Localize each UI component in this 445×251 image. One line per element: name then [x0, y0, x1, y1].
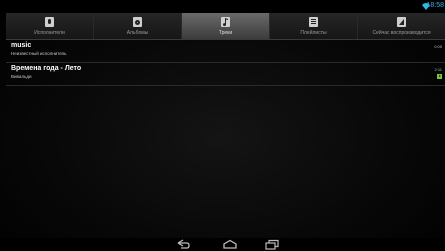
track-list: music Неизвестный исполнитель 0:05 Време…: [6, 40, 445, 86]
tab-tracks[interactable]: Треки: [182, 13, 270, 39]
track-row[interactable]: music Неизвестный исполнитель 0:05: [6, 40, 445, 63]
track-row[interactable]: Времена года - Лето Вивальди 2:11: [6, 63, 445, 86]
tab-bar: Исполнители Альбомы Треки Плейлисты Сейч…: [6, 13, 445, 40]
recent-apps-icon[interactable]: [264, 239, 280, 250]
tab-artists[interactable]: Исполнители: [6, 13, 94, 39]
track-duration: 0:05: [434, 44, 442, 49]
track-artist: Вивальди: [11, 74, 32, 79]
navigation-bar: [0, 238, 445, 251]
status-bar: 18:58: [0, 0, 445, 13]
album-icon: [133, 17, 142, 27]
tab-label: Треки: [218, 30, 233, 36]
tab-albums[interactable]: Альбомы: [94, 13, 182, 39]
track-duration: 2:11: [434, 67, 443, 72]
track-title: Времена года - Лето: [11, 65, 82, 72]
music-note-icon: [221, 17, 230, 27]
tab-label: Альбомы: [126, 30, 149, 36]
tab-label: Исполнители: [34, 30, 65, 36]
tab-label: Плейлисты: [300, 30, 327, 36]
music-player-screen: 18:58 Исполнители Альбомы Треки Плейлист…: [0, 0, 445, 251]
tab-now-playing[interactable]: Сейчас воспроизводится: [358, 13, 445, 39]
tab-label: Сейчас воспроизводится: [372, 30, 431, 36]
playlist-icon: [309, 17, 318, 27]
now-playing-icon: [397, 17, 406, 27]
home-icon[interactable]: [222, 239, 238, 250]
tab-playlists[interactable]: Плейлисты: [270, 13, 358, 39]
microphone-icon: [45, 17, 54, 27]
now-playing-indicator-icon: [437, 74, 442, 79]
track-title: music: [11, 42, 32, 49]
back-icon[interactable]: [175, 239, 191, 250]
clock: 18:58: [426, 2, 444, 9]
track-artist: Неизвестный исполнитель: [11, 51, 67, 56]
